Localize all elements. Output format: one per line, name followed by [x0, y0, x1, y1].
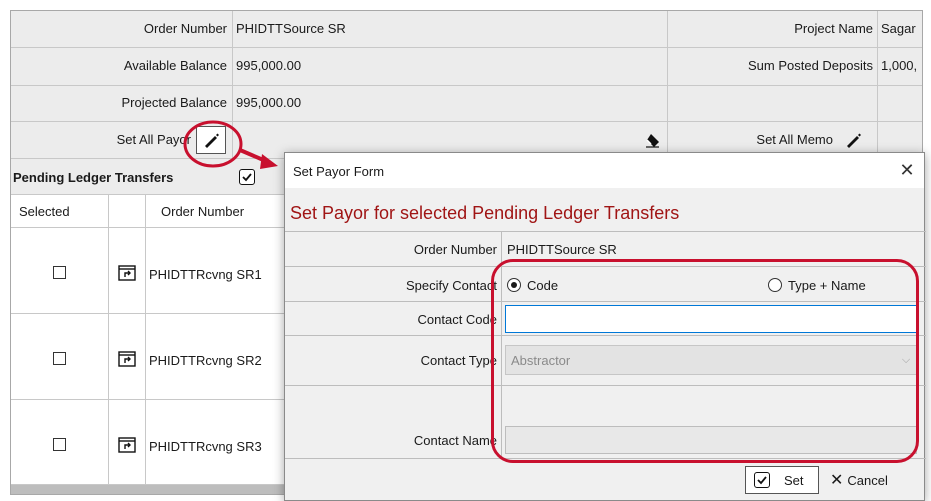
contact-name-label: Contact Name [413, 433, 497, 448]
check-icon [242, 173, 252, 182]
row-order-number: PHIDTTRcvng SR2 [149, 353, 262, 368]
cancel-button-label: Cancel [847, 472, 888, 488]
annotation-arrowhead [260, 154, 278, 169]
sum-posted-deposits-label: Sum Posted Deposits [747, 58, 873, 73]
column-header-order-number[interactable]: Order Number [161, 204, 244, 219]
open-link-icon[interactable] [117, 264, 137, 282]
set-button-label: Set [784, 472, 804, 488]
grid-line [285, 231, 926, 232]
cancel-x-icon: ✕ [830, 472, 844, 489]
set-all-memo-label: Set All Memo [756, 132, 833, 147]
row-order-number: PHIDTTRcvng SR1 [149, 267, 262, 282]
available-balance-value: 995,000.00 [236, 58, 302, 73]
project-name-value: Sagar [881, 21, 916, 36]
cancel-button[interactable]: ✕ Cancel [830, 466, 914, 494]
sum-posted-deposits-value: 1,000, [881, 58, 918, 73]
eraser-icon [646, 134, 659, 148]
row-order-number: PHIDTTRcvng SR3 [149, 439, 262, 454]
grid-line [11, 47, 922, 48]
projected-balance-label: Projected Balance [121, 95, 227, 110]
annotation-rectangle [491, 259, 919, 463]
dialog-window-title: Set Payor Form [293, 164, 385, 179]
clear-payor-button[interactable] [643, 128, 663, 152]
set-all-memo-edit-button[interactable] [838, 126, 868, 154]
dialog-heading: Set Payor for selected Pending Ledger Tr… [290, 203, 680, 223]
open-link-icon[interactable] [117, 436, 137, 454]
contact-code-label: Contact Code [417, 312, 498, 327]
grid-line [11, 85, 922, 86]
table-row[interactable]: PHIDTTRcvng SR2 [11, 314, 291, 400]
open-link-icon[interactable] [117, 350, 137, 368]
row-select-checkbox[interactable] [53, 438, 66, 451]
set-button[interactable]: Set [745, 466, 819, 494]
row-select-checkbox[interactable] [53, 266, 66, 279]
table-row[interactable]: PHIDTTRcvng SR1 [11, 228, 291, 314]
pending-grid: Selected Order Number PHIDTTRcvng SR1 PH… [11, 195, 291, 494]
projected-balance-value: 995,000.00 [236, 95, 302, 110]
annotation-circle [183, 120, 243, 168]
set-payor-dialog: Set Payor Form ✕ Set Payor for selected … [284, 152, 926, 501]
row-select-checkbox[interactable] [53, 352, 66, 365]
order-number-label: Order Number [143, 21, 227, 36]
close-icon[interactable]: ✕ [895, 159, 919, 181]
specify-contact-label: Specify Contact [405, 278, 497, 293]
order-number-value: PHIDTTSource SR [236, 21, 346, 36]
column-header-selected[interactable]: Selected [19, 204, 70, 219]
project-name-label: Project Name [794, 21, 873, 36]
dialog-order-number-value: PHIDTTSource SR [507, 242, 617, 257]
pending-title: Pending Ledger Transfers [13, 170, 174, 185]
dialog-titlebar: Set Payor Form ✕ [285, 153, 924, 188]
annotation-highlight [183, 120, 278, 169]
set-all-payor-label: Set All Payor [116, 132, 191, 147]
pencil-icon [847, 133, 861, 148]
dialog-order-number-label: Order Number [413, 242, 497, 257]
grid-header-row: Selected Order Number [11, 195, 291, 228]
table-row[interactable]: PHIDTTRcvng SR3 [11, 400, 291, 485]
grid-scroll-area[interactable] [11, 485, 291, 494]
available-balance-label: Available Balance [123, 58, 227, 73]
grid-line [11, 121, 922, 122]
contact-type-label: Contact Type [420, 353, 497, 368]
check-icon [754, 472, 770, 488]
